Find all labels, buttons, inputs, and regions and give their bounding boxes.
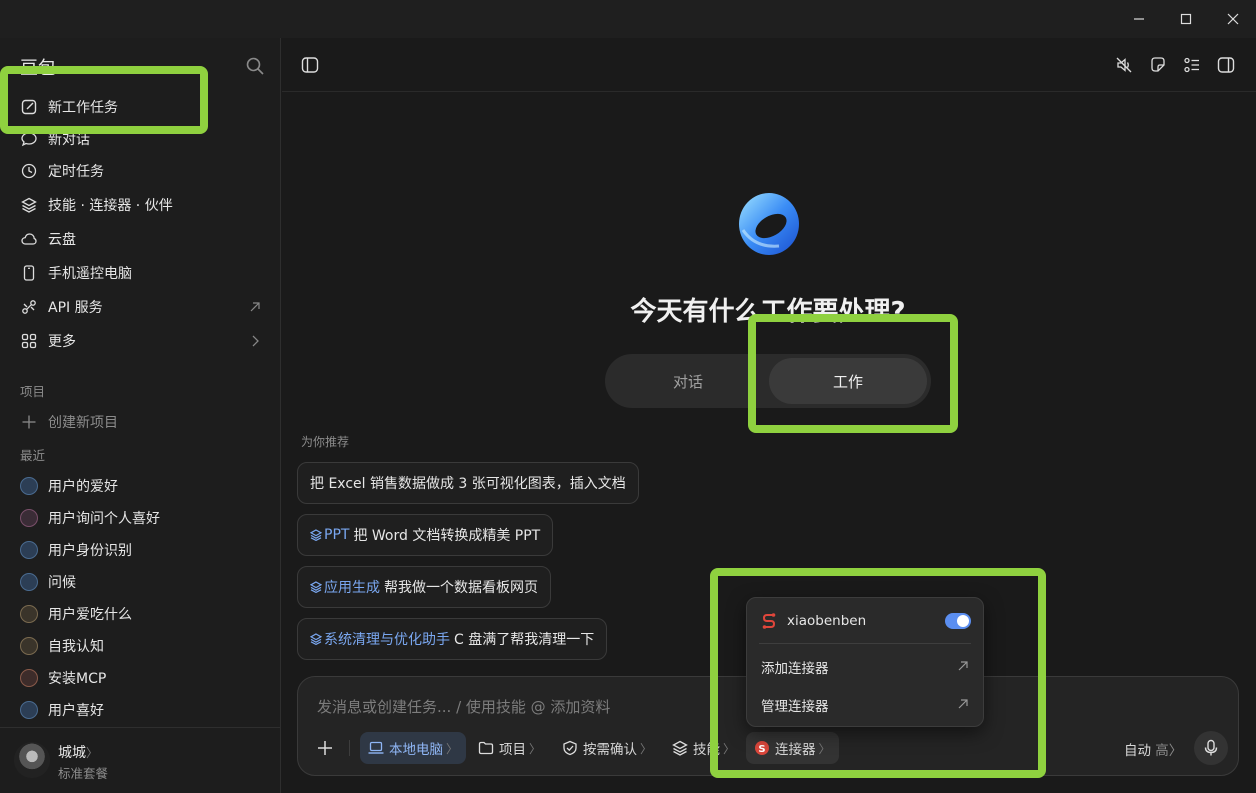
api-icon: [20, 298, 38, 316]
laptop-icon: [20, 477, 38, 495]
laptop-icon: [20, 701, 38, 719]
suggestion-text: 把 Word 文档转换成精美 PPT: [353, 528, 541, 544]
chat-bubble-icon: [20, 637, 38, 655]
recent-item-label: 问候: [48, 575, 76, 591]
recent-item-label: 用户询问个人喜好: [48, 511, 160, 527]
recent-item[interactable]: 用户爱吃什么: [14, 599, 272, 629]
project-button[interactable]: 项目〉: [478, 732, 541, 764]
auto-level-selector[interactable]: 自动 高〉: [1124, 739, 1182, 759]
user-name: 城城〉: [58, 745, 99, 761]
note-icon[interactable]: [1148, 55, 1168, 75]
recent-section-title: 最近: [20, 448, 46, 463]
message-input[interactable]: 发消息或创建任务... / 使用技能 @ 添加资料: [317, 696, 610, 717]
layers-icon: [20, 196, 38, 214]
chat-bubble-icon: [20, 509, 38, 527]
suggestion-chip[interactable]: PPT 把 Word 文档转换成精美 PPT: [297, 514, 554, 556]
task-list-icon[interactable]: [1182, 55, 1202, 75]
layers-icon: [310, 581, 322, 593]
suggestion-text: C 盘满了帮我清理一下: [454, 632, 595, 648]
suggestion-text: 把 Excel 销售数据做成 3 张可视化图表，插入文档: [310, 476, 626, 492]
sidebar-item-label: 技能 · 连接器 · 伙伴: [48, 198, 173, 214]
add-attachment-button[interactable]: [316, 732, 334, 764]
sidebar-item-more[interactable]: 更多: [14, 326, 272, 356]
sidebar-item-phone-remote[interactable]: 手机遥控电脑: [14, 258, 272, 288]
local-computer-button[interactable]: 本地电脑〉: [360, 732, 467, 764]
recent-item-label: 自我认知: [48, 639, 104, 655]
chevron-right-icon: [248, 334, 262, 348]
projects-section-title: 项目: [20, 384, 46, 399]
user-profile[interactable]: 城城〉 标准套餐: [0, 727, 281, 793]
minimize-icon[interactable]: [1128, 8, 1150, 30]
skill-tag: 应用生成: [310, 577, 380, 597]
recent-item-label: 用户爱吃什么: [48, 607, 132, 623]
suggestion-chip[interactable]: 系统清理与优化助手 C 盘满了帮我清理一下: [297, 618, 608, 660]
user-plan: 标准套餐: [58, 766, 109, 781]
chat-bubble-icon: [20, 605, 38, 623]
microphone-button[interactable]: [1194, 731, 1228, 765]
highlight-box-connector: [710, 568, 1046, 778]
grid-icon: [20, 332, 38, 350]
sidebar-item-label: 更多: [48, 334, 76, 350]
app-logo-icon: [735, 190, 803, 258]
microphone-icon: [1204, 739, 1218, 756]
create-project-button[interactable]: 创建新项目: [14, 407, 272, 437]
laptop-icon: [20, 541, 38, 559]
create-project-label: 创建新项目: [48, 415, 118, 431]
skill-tag: 系统清理与优化助手: [310, 629, 450, 649]
recent-item[interactable]: 自我认知: [14, 631, 272, 661]
recent-item-label: 用户喜好: [48, 703, 104, 719]
external-link-icon: [248, 300, 262, 314]
recent-item[interactable]: 用户喜好: [14, 695, 272, 725]
highlight-box-work-mode: [748, 314, 958, 433]
recommend-title: 为你推荐: [301, 435, 350, 449]
laptop-icon: [368, 740, 384, 756]
plus-icon: [20, 413, 38, 431]
recent-item[interactable]: 用户询问个人喜好: [14, 503, 272, 533]
suggestion-chip[interactable]: 把 Excel 销售数据做成 3 张可视化图表，插入文档: [297, 462, 639, 504]
sidebar-item-api[interactable]: API 服务: [14, 292, 272, 322]
sidebar: 豆包 新工作任务 新对话 定时任务 技能 · 连接器 · 伙伴 云盘 手机遥控电…: [0, 38, 281, 793]
layers-icon: [310, 529, 322, 541]
skill-tag: PPT: [310, 527, 349, 543]
recent-item[interactable]: 问候: [14, 567, 272, 597]
mode-chat-button[interactable]: 对话: [609, 358, 767, 404]
recent-item[interactable]: 用户身份识别: [14, 535, 272, 565]
toggle-sidebar-icon[interactable]: [300, 55, 320, 75]
plus-icon: [318, 741, 332, 755]
clock-icon: [20, 162, 38, 180]
sidebar-item-label: API 服务: [48, 300, 103, 316]
title-bar: [0, 0, 1256, 38]
laptop-icon: [20, 573, 38, 591]
sidebar-item-scheduled[interactable]: 定时任务: [14, 156, 272, 186]
cloud-icon: [20, 230, 38, 248]
sidebar-item-label: 云盘: [48, 232, 76, 248]
divider: [349, 740, 350, 756]
sidebar-item-label: 手机遥控电脑: [48, 266, 132, 282]
layers-icon: [310, 633, 322, 645]
close-icon[interactable]: [1222, 8, 1244, 30]
recent-item[interactable]: 安装MCP: [14, 663, 272, 693]
sidebar-item-skills[interactable]: 技能 · 连接器 · 伙伴: [14, 190, 272, 220]
recent-item-label: 安装MCP: [48, 671, 107, 687]
suggestion-chip[interactable]: 应用生成 帮我做一个数据看板网页: [297, 566, 551, 608]
highlight-box-new-task: [0, 66, 208, 134]
phone-icon: [20, 264, 38, 282]
chat-bubble-icon: [20, 669, 38, 687]
mute-icon[interactable]: [1114, 55, 1134, 75]
right-panel-icon[interactable]: [1216, 55, 1236, 75]
recent-item[interactable]: 用户的爱好: [14, 471, 272, 501]
sidebar-item-label: 定时任务: [48, 164, 104, 180]
suggestion-text: 帮我做一个数据看板网页: [384, 580, 538, 596]
recent-item-label: 用户的爱好: [48, 479, 118, 495]
shield-check-icon: [562, 740, 578, 756]
folder-icon: [478, 740, 494, 756]
confirm-mode-button[interactable]: 按需确认〉: [562, 732, 652, 764]
recent-item-label: 用户身份识别: [48, 543, 132, 559]
sidebar-item-cloud-drive[interactable]: 云盘: [14, 224, 272, 254]
search-icon[interactable]: [245, 56, 265, 76]
main-header: [282, 38, 1256, 92]
maximize-icon[interactable]: [1175, 8, 1197, 30]
avatar: [14, 742, 50, 778]
layers-icon: [672, 740, 688, 756]
